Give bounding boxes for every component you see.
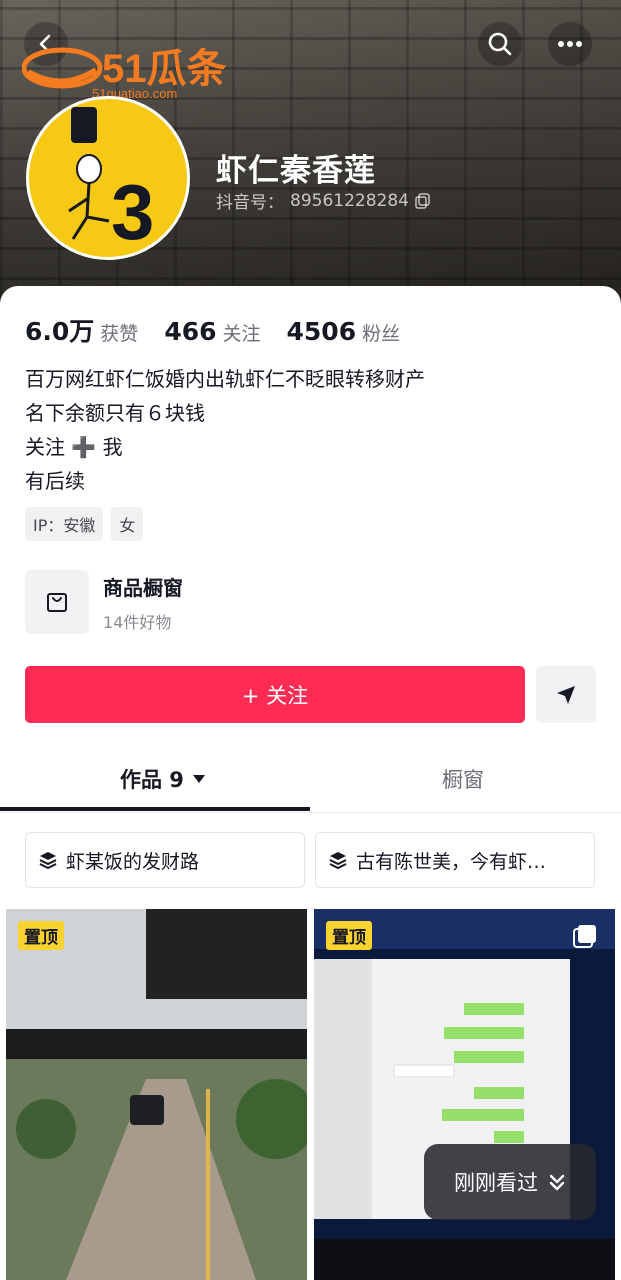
follow-button[interactable]: + 关注 [25,666,525,723]
caret-down-icon [192,775,205,783]
watermark-logo: 51瓜条 51guatiao.com [21,47,227,101]
site-watermark: 51瓜条 51guatiao.com [21,36,242,104]
recently-viewed-button[interactable]: 刚刚看过 [424,1144,596,1220]
follow-label: + 关注 [241,683,309,708]
shopping-bag-icon [47,593,67,612]
svg-text:1: 1 [73,108,94,150]
svg-text:51瓜条: 51瓜条 [102,47,227,91]
collection-title: 古有陈世美，今有虾… [356,850,547,873]
tab-works[interactable]: 作品 9 [120,764,206,794]
following-count[interactable]: 466 [164,317,216,346]
pinned-badge: 置顶 [326,921,372,950]
followers-label: 粉丝 [362,323,401,345]
stack-icon [39,852,57,870]
video-thumbnail[interactable]: 置顶 [6,909,307,1280]
likes-label: 获赞 [100,323,139,345]
shop-title: 商品橱窗 [103,575,183,600]
profile-tags: IP：安徽 女 [25,507,144,541]
more-button[interactable] [548,22,592,66]
shop-text: 商品橱窗 14件好物 [103,572,183,633]
shop-window-entry[interactable]: 商品橱窗 14件好物 [25,570,183,634]
ip-location-tag: IP：安徽 [25,507,104,541]
shop-subtitle: 14件好物 [103,612,172,632]
stack-icon [329,852,347,870]
followers-count[interactable]: 4506 [287,317,357,346]
video-thumbnail[interactable]: 置顶 [314,909,615,1280]
pinned-badge: 置顶 [18,921,64,950]
video-thumbnail-image [6,909,307,1280]
avatar-illustration: 1 3 [68,107,154,256]
bio-line: 名下余额只有６块钱 [25,401,205,425]
bio-line: 有后续 [25,469,85,493]
video-thumbnail-image [314,909,615,1280]
bio-line: 关注 ➕ 我 [25,435,123,459]
bio: 百万网红虾仁饭婚内出轨虾仁不眨眼转移财产 名下余额只有６块钱 关注 ➕ 我 有后… [25,362,425,498]
search-button[interactable] [478,22,522,66]
more-dots-icon [558,41,582,47]
multi-image-icon [573,925,596,948]
likes-count[interactable]: 6.0万 [25,312,94,348]
bio-line: 百万网红虾仁饭婚内出轨虾仁不眨眼转移财产 [25,367,425,391]
douyin-id: 抖音号： 89561228284 [216,188,431,213]
profile-name: 虾仁秦香莲 [216,153,376,189]
double-chevron-down-icon [549,1174,565,1191]
collection-title: 虾某饭的发财路 [66,850,200,873]
avatar[interactable]: 1 3 [26,96,190,260]
shop-icon-wrap [25,570,89,634]
stats-row: 6.0万 获赞 466 关注 4506 粉丝 [25,312,426,348]
collection-item[interactable]: 虾某饭的发财路 [25,832,305,888]
recently-viewed-label: 刚刚看过 [454,1171,538,1195]
douyin-id-label: 抖音号： [216,193,284,213]
collections-row: 虾某饭的发财路 古有陈世美，今有虾… [25,832,595,888]
content-tabs: 作品 9 橱窗 [0,750,621,813]
svg-text:3: 3 [111,168,154,256]
tab-showcase[interactable]: 橱窗 [442,764,484,794]
profile-card: 6.0万 获赞 466 关注 4506 粉丝 百万网红虾仁饭婚内出轨虾仁不眨眼转… [0,286,621,1280]
tab-works-label: 作品 9 [120,768,184,792]
copy-icon[interactable] [415,192,431,209]
douyin-id-value: 89561228284 [290,190,409,211]
following-label: 关注 [222,323,261,345]
active-tab-indicator [0,807,310,811]
search-icon [488,32,512,56]
send-arrow-icon [557,685,575,704]
send-message-button[interactable] [536,666,596,723]
collection-item[interactable]: 古有陈世美，今有虾… [315,832,595,888]
gender-tag: 女 [111,507,144,541]
